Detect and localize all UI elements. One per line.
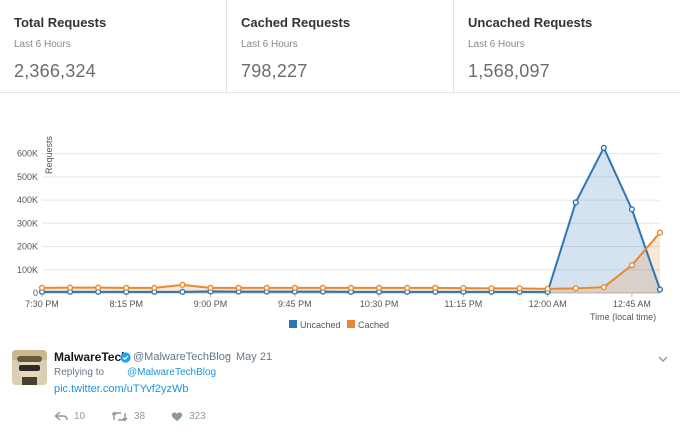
y-tick-label: 100K [17, 265, 38, 275]
point-cached[interactable] [151, 284, 158, 291]
point-cached[interactable] [404, 284, 411, 291]
point-cached[interactable] [123, 284, 130, 291]
y-tick-label: 400K [17, 195, 38, 205]
y-axis-label: Requests [44, 135, 54, 174]
tweet-author-name[interactable]: MalwareTech [54, 350, 128, 364]
stat-title: Cached Requests [241, 15, 351, 30]
point-cached[interactable] [488, 285, 495, 292]
point-uncached[interactable] [628, 206, 636, 213]
x-tick-label: 12:45 AM [613, 299, 651, 309]
tweet-media-link[interactable]: pic.twitter.com/uTYvf2yzWb [54, 383, 188, 395]
stat-value: 1,568,097 [468, 61, 550, 81]
stats-row: Total Requests Last 6 Hours 2,366,324 Ca… [0, 0, 680, 93]
requests-chart: 0 100K 200K 300K 400K 500K 600K 7:30 PM 8:15 PM… [17, 135, 664, 330]
point-cached[interactable] [263, 284, 270, 291]
separator-dot: · [226, 350, 230, 362]
point-cached[interactable] [179, 281, 186, 288]
x-tick-label: 9:00 PM [194, 299, 228, 309]
legend-label-uncached: Uncached [300, 320, 341, 330]
point-cached[interactable] [544, 285, 551, 292]
stat-period: Last 6 Hours [14, 39, 71, 50]
like-count: 323 [189, 411, 206, 422]
point-cached[interactable] [235, 284, 242, 291]
point-cached[interactable] [460, 285, 467, 292]
retweet-count: 38 [134, 411, 146, 422]
point-cached[interactable] [291, 284, 298, 291]
x-tick-label: 9:45 PM [278, 299, 312, 309]
point-cached[interactable] [319, 284, 327, 291]
stat-period: Last 6 Hours [241, 39, 298, 50]
point-cached[interactable] [66, 284, 74, 291]
point-cached[interactable] [38, 284, 46, 291]
cached-requests-card: Cached Requests Last 6 Hours 798,227 [227, 0, 454, 93]
legend-swatch-uncached [289, 320, 297, 328]
like-action[interactable]: 323 [171, 411, 206, 422]
point-cached[interactable] [516, 285, 523, 292]
total-requests-card: Total Requests Last 6 Hours 2,366,324 [0, 0, 227, 93]
replying-to-label: Replying to [54, 367, 105, 378]
replying-to-link[interactable]: @MalwareTechBlog [127, 367, 216, 378]
point-uncached[interactable] [656, 286, 664, 293]
point-cached[interactable] [207, 284, 214, 291]
reply-count: 10 [74, 411, 86, 422]
legend-swatch-cached [347, 320, 355, 328]
retweet-icon [111, 411, 128, 422]
y-axis-ticks: 0 100K 200K 300K 400K 500K 600K [17, 149, 38, 298]
point-cached[interactable] [656, 229, 664, 236]
point-cached[interactable] [600, 284, 607, 291]
heart-icon [171, 412, 183, 421]
tweet-card: MalwareTech @MalwareTechBlog · May 21 Re… [0, 342, 680, 436]
uncached-requests-card: Uncached Requests Last 6 Hours 1,568,097 [454, 0, 680, 93]
point-cached[interactable] [375, 284, 383, 291]
point-uncached[interactable] [600, 144, 607, 151]
area-uncached [42, 147, 660, 293]
point-cached[interactable] [628, 262, 636, 269]
x-axis-ticks: 7:30 PM 8:15 PM 9:00 PM 9:45 PM 10:30 PM 11:1… [25, 299, 651, 309]
point-cached[interactable] [95, 284, 102, 291]
tweet-date[interactable]: May 21 [236, 351, 272, 363]
point-cached[interactable] [347, 284, 355, 291]
legend: Uncached Cached [289, 320, 389, 330]
point-uncached[interactable] [179, 288, 186, 295]
x-tick-label: 10:30 PM [360, 299, 399, 309]
verified-badge-icon [120, 350, 131, 368]
x-tick-label: 8:15 PM [110, 299, 144, 309]
y-tick-label: 200K [17, 242, 38, 252]
y-tick-label: 0 [33, 288, 38, 298]
stat-title: Total Requests [14, 15, 107, 30]
y-tick-label: 300K [17, 218, 38, 228]
reply-icon [54, 411, 68, 421]
series-areas [42, 147, 660, 293]
stat-value: 2,366,324 [14, 61, 96, 81]
point-cached[interactable] [432, 284, 439, 291]
tweet-author-handle[interactable]: @MalwareTechBlog [133, 351, 231, 363]
legend-label-cached: Cached [358, 320, 389, 330]
stat-period: Last 6 Hours [468, 39, 525, 50]
stat-value: 798,227 [241, 61, 308, 81]
retweet-action[interactable]: 38 [111, 411, 145, 422]
reply-action[interactable]: 10 [54, 411, 85, 422]
y-tick-label: 500K [17, 172, 38, 182]
x-tick-label: 11:15 PM [444, 299, 482, 309]
x-tick-label: 7:30 PM [25, 299, 59, 309]
stat-title: Uncached Requests [468, 15, 593, 30]
chevron-down-icon[interactable] [658, 350, 668, 368]
point-cached[interactable] [572, 285, 579, 292]
point-uncached[interactable] [572, 199, 579, 206]
avatar[interactable] [12, 350, 47, 385]
x-tick-label: 12:00 AM [529, 299, 567, 309]
x-axis-label: Time (local time) [590, 312, 656, 322]
y-tick-label: 600K [17, 149, 38, 159]
